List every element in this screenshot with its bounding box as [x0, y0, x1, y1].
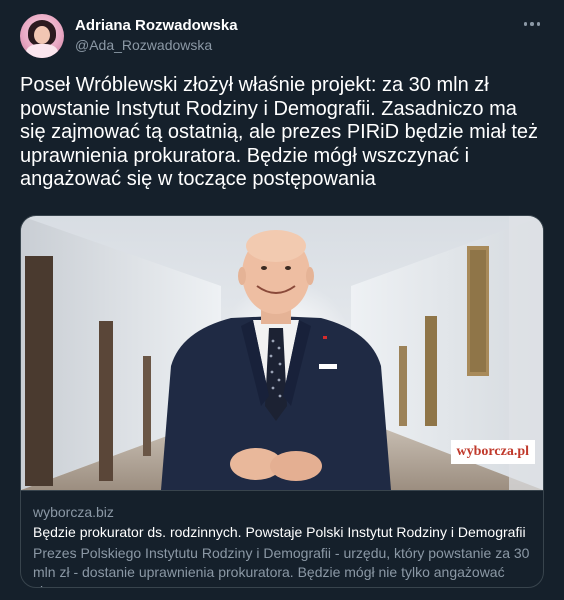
dot	[523, 22, 528, 26]
avatar[interactable]	[20, 14, 64, 58]
author-name[interactable]: Adriana Rozwadowska	[75, 17, 238, 34]
avatar-shirt	[26, 44, 58, 58]
card-image[interactable]: wyborcza.pl	[21, 216, 543, 490]
link-card[interactable]: wyborcza.pl wyborcza.biz Będzie prokurat…	[20, 215, 544, 588]
author-handle[interactable]: @Ada_Rozwadowska	[75, 37, 212, 53]
card-title: Będzie prokurator ds. rodzinnych. Powsta…	[33, 524, 526, 540]
dot	[536, 22, 541, 26]
wyborcza-logo: wyborcza.pl	[450, 440, 535, 464]
card-domain: wyborcza.biz	[33, 504, 114, 520]
tweet: Adriana Rozwadowska @Ada_Rozwadowska Pos…	[0, 0, 564, 600]
avatar-face	[34, 26, 50, 44]
tweet-text: Poseł Wróblewski złożył właśnie projekt:…	[20, 74, 539, 190]
card-description: Prezes Polskiego Instytutu Rodziny i Dem…	[33, 545, 530, 587]
more-options-icon[interactable]	[520, 14, 544, 34]
card-meta[interactable]: wyborcza.biz Będzie prokurator ds. rodzi…	[21, 490, 543, 587]
dot	[530, 22, 534, 26]
